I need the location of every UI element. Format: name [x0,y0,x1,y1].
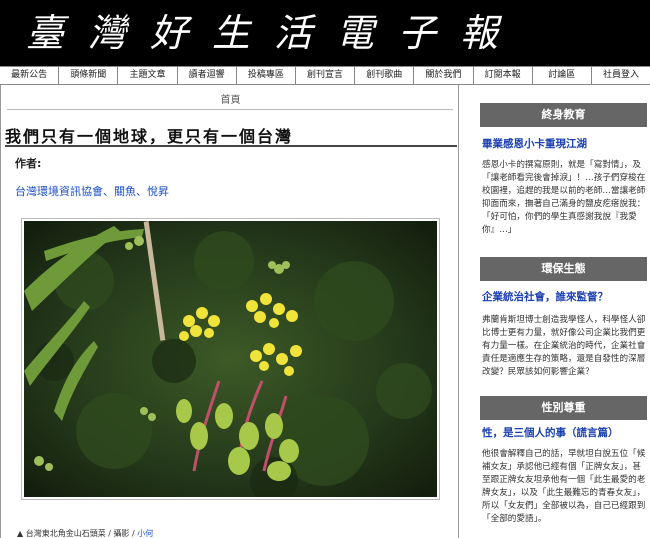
nav-item-about[interactable]: 關於我們 [414,67,474,84]
site-title: 臺灣好生活電子報 [26,11,523,55]
main-nav: 最新公告 頭條新聞 主題文章 讀者迴響 投稿專區 創刊宣言 創刊歌曲 關於我們 … [0,66,650,85]
nav-item-submissions[interactable]: 投稿專區 [237,67,296,84]
nav-item-anthem[interactable]: 創刊歌曲 [355,67,415,84]
section-heading-gender-respect: 性別尊重 [480,396,647,420]
nav-item-manifesto[interactable]: 創刊宣言 [296,67,356,84]
site-banner: 臺灣好生活電子報 [0,0,650,66]
caption-text: ▲ 台灣東北角金山石頭菜 / 攝影 / [17,529,138,538]
plant-photo-image [24,221,437,497]
article-panel: 首頁 我們只有一個地球，更只有一個台灣 作者: 台灣環境資訊協會、關魚、悅昇 ▲… [0,85,459,538]
photographer-link[interactable]: 小何 [137,529,153,538]
sidebar-excerpt: 感恩小卡的撰寫原則，就是「寫對情」，及「讓老師看完後會掉淚」！…孩子們穿梭在校園… [482,160,646,235]
breadcrumb[interactable]: 首頁 [1,91,460,106]
section-heading-lifelong-education: 終身教育 [480,103,647,127]
nav-item-reader-feedback[interactable]: 讀者迴響 [178,67,237,84]
nav-item-latest-announcements[interactable]: 最新公告 [0,67,60,84]
article-title: 我們只有一個地球，更只有一個台灣 [5,127,294,146]
nav-item-subscribe[interactable]: 訂閱本報 [474,67,533,84]
nav-item-headlines[interactable]: 頭條新聞 [59,67,119,84]
nav-item-feature-articles[interactable]: 主題文章 [118,67,178,84]
nav-item-forum[interactable]: 討論區 [533,67,592,84]
author-label: 作者: [15,157,42,170]
sidebar-excerpt: 他很會解釋自己的話，早就坦白說五位「候補女友」承認他已經有個「正牌女友」，甚至跟… [482,449,646,524]
sidebar-link-three-people[interactable]: 性，是三個人的事（謊言篇） [482,425,619,440]
sidebar: 終身教育 畢業感恩小卡重現江湖 感恩小卡的撰寫原則，就是「寫對情」，及「讓老師看… [478,85,650,538]
title-underline [5,145,457,147]
section-heading-environment: 環保生態 [480,257,647,281]
divider [7,109,453,110]
source-link[interactable]: 台灣環境資訊協會、關魚、悅昇 [15,183,169,199]
sidebar-excerpt: 弗蘭肯斯坦博士創造我學怪人，科學怪人卻比博士更有力量，就好像公司企業比我們更有力… [482,315,646,377]
sidebar-link-graduation-cards[interactable]: 畢業感恩小卡重現江湖 [482,136,587,151]
photo-caption: ▲ 台灣東北角金山石頭菜 / 攝影 / 小何 [17,528,153,538]
article-photo [21,218,440,500]
sidebar-link-corporate-rule[interactable]: 企業統治社會，誰來監督？ [482,289,608,304]
nav-item-member-login[interactable]: 社員登入 [592,67,650,84]
